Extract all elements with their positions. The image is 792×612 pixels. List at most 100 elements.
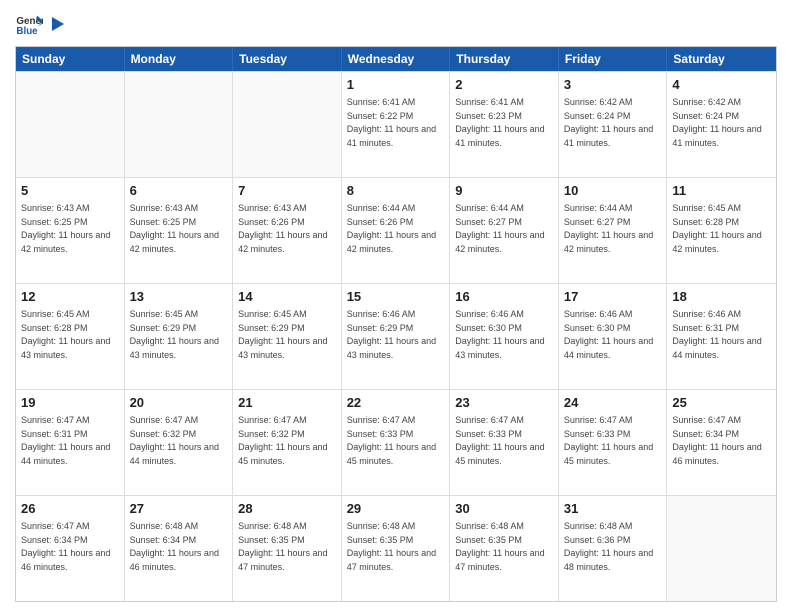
day-cell-14: 14 Sunrise: 6:45 AM Sunset: 6:29 PM Dayli…	[233, 284, 342, 389]
day-number: 9	[455, 182, 553, 200]
calendar-week-4: 19 Sunrise: 6:47 AM Sunset: 6:31 PM Dayli…	[16, 389, 776, 495]
day-cell-8: 8 Sunrise: 6:44 AM Sunset: 6:26 PM Daylig…	[342, 178, 451, 283]
day-info: Sunrise: 6:42 AM Sunset: 6:24 PM Dayligh…	[564, 96, 662, 150]
day-cell-15: 15Sunrise: 6:46 AM Sunset: 6:29 PM Dayli…	[342, 284, 451, 389]
day-info: Sunrise: 6:44 AM Sunset: 6:26 PM Dayligh…	[347, 202, 445, 256]
day-cell-19: 19 Sunrise: 6:47 AM Sunset: 6:31 PM Dayli…	[16, 390, 125, 495]
day-header-saturday: Saturday	[667, 47, 776, 71]
empty-cell	[667, 496, 776, 601]
day-number: 16	[455, 288, 553, 306]
day-number: 25	[672, 394, 771, 412]
header: General Blue	[15, 10, 777, 38]
day-cell-7: 7 Sunrise: 6:43 AM Sunset: 6:26 PM Daylig…	[233, 178, 342, 283]
day-cell-22: 22 Sunrise: 6:47 AM Sunset: 6:33 PM Dayli…	[342, 390, 451, 495]
day-info: Sunrise: 6:48 AM Sunset: 6:35 PM Dayligh…	[347, 520, 445, 574]
day-info: Sunrise: 6:47 AM Sunset: 6:32 PM Dayligh…	[238, 414, 336, 468]
day-header-monday: Monday	[125, 47, 234, 71]
day-info: Sunrise: 6:45 AM Sunset: 6:29 PM Dayligh…	[130, 308, 228, 362]
day-info: Sunrise: 6:48 AM Sunset: 6:34 PM Dayligh…	[130, 520, 228, 574]
day-number: 11	[672, 182, 771, 200]
day-header-tuesday: Tuesday	[233, 47, 342, 71]
day-number: 21	[238, 394, 336, 412]
calendar-week-5: 26Sunrise: 6:47 AM Sunset: 6:34 PM Dayli…	[16, 495, 776, 601]
day-number: 28	[238, 500, 336, 518]
day-cell-29: 29 Sunrise: 6:48 AM Sunset: 6:35 PM Dayli…	[342, 496, 451, 601]
empty-cell	[233, 72, 342, 177]
day-header-thursday: Thursday	[450, 47, 559, 71]
day-cell-23: 23 Sunrise: 6:47 AM Sunset: 6:33 PM Dayli…	[450, 390, 559, 495]
day-info: Sunrise: 6:43 AM Sunset: 6:26 PM Dayligh…	[238, 202, 336, 256]
logo-wordmark	[47, 15, 67, 33]
page: General Blue SundayMonda	[0, 0, 792, 612]
day-number: 2	[455, 76, 553, 94]
day-info: Sunrise: 6:44 AM Sunset: 6:27 PM Dayligh…	[455, 202, 553, 256]
day-header-sunday: Sunday	[16, 47, 125, 71]
day-info: Sunrise: 6:45 AM Sunset: 6:29 PM Dayligh…	[238, 308, 336, 362]
day-cell-24: 24 Sunrise: 6:47 AM Sunset: 6:33 PM Dayli…	[559, 390, 668, 495]
day-info: Sunrise: 6:44 AM Sunset: 6:27 PM Dayligh…	[564, 202, 662, 256]
day-cell-9: 9 Sunrise: 6:44 AM Sunset: 6:27 PM Daylig…	[450, 178, 559, 283]
day-number: 1	[347, 76, 445, 94]
day-info: Sunrise: 6:48 AM Sunset: 6:35 PM Dayligh…	[455, 520, 553, 574]
day-number: 26	[21, 500, 119, 518]
day-number: 7	[238, 182, 336, 200]
logo-triangle	[48, 15, 66, 33]
day-cell-13: 13 Sunrise: 6:45 AM Sunset: 6:29 PM Dayli…	[125, 284, 234, 389]
day-info: Sunrise: 6:46 AM Sunset: 6:31 PM Dayligh…	[672, 308, 771, 362]
day-cell-1: 1 Sunrise: 6:41 AM Sunset: 6:22 PM Daylig…	[342, 72, 451, 177]
day-number: 4	[672, 76, 771, 94]
day-cell-3: 3Sunrise: 6:42 AM Sunset: 6:24 PM Daylig…	[559, 72, 668, 177]
empty-cell	[125, 72, 234, 177]
day-info: Sunrise: 6:41 AM Sunset: 6:22 PM Dayligh…	[347, 96, 445, 150]
calendar-week-3: 12 Sunrise: 6:45 AM Sunset: 6:28 PM Dayli…	[16, 283, 776, 389]
day-info: Sunrise: 6:46 AM Sunset: 6:30 PM Dayligh…	[564, 308, 662, 362]
calendar-header-row: SundayMondayTuesdayWednesdayThursdayFrid…	[16, 47, 776, 71]
calendar-week-2: 5 Sunrise: 6:43 AM Sunset: 6:25 PM Daylig…	[16, 177, 776, 283]
day-number: 10	[564, 182, 662, 200]
day-number: 24	[564, 394, 662, 412]
day-number: 19	[21, 394, 119, 412]
day-info: Sunrise: 6:42 AM Sunset: 6:24 PM Dayligh…	[672, 96, 771, 150]
day-number: 14	[238, 288, 336, 306]
day-info: Sunrise: 6:47 AM Sunset: 6:33 PM Dayligh…	[455, 414, 553, 468]
day-number: 6	[130, 182, 228, 200]
day-cell-30: 30 Sunrise: 6:48 AM Sunset: 6:35 PM Dayli…	[450, 496, 559, 601]
day-info: Sunrise: 6:41 AM Sunset: 6:23 PM Dayligh…	[455, 96, 553, 150]
day-cell-11: 11Sunrise: 6:45 AM Sunset: 6:28 PM Dayli…	[667, 178, 776, 283]
day-number: 22	[347, 394, 445, 412]
day-number: 29	[347, 500, 445, 518]
day-info: Sunrise: 6:45 AM Sunset: 6:28 PM Dayligh…	[21, 308, 119, 362]
day-info: Sunrise: 6:47 AM Sunset: 6:33 PM Dayligh…	[564, 414, 662, 468]
day-number: 18	[672, 288, 771, 306]
day-cell-27: 27 Sunrise: 6:48 AM Sunset: 6:34 PM Dayli…	[125, 496, 234, 601]
day-cell-21: 21 Sunrise: 6:47 AM Sunset: 6:32 PM Dayli…	[233, 390, 342, 495]
day-info: Sunrise: 6:47 AM Sunset: 6:31 PM Dayligh…	[21, 414, 119, 468]
day-cell-4: 4 Sunrise: 6:42 AM Sunset: 6:24 PM Daylig…	[667, 72, 776, 177]
day-number: 12	[21, 288, 119, 306]
day-cell-18: 18 Sunrise: 6:46 AM Sunset: 6:31 PM Dayli…	[667, 284, 776, 389]
day-cell-17: 17 Sunrise: 6:46 AM Sunset: 6:30 PM Dayli…	[559, 284, 668, 389]
day-header-friday: Friday	[559, 47, 668, 71]
day-number: 8	[347, 182, 445, 200]
day-header-wednesday: Wednesday	[342, 47, 451, 71]
day-number: 13	[130, 288, 228, 306]
day-number: 5	[21, 182, 119, 200]
day-info: Sunrise: 6:47 AM Sunset: 6:32 PM Dayligh…	[130, 414, 228, 468]
calendar-body: 1 Sunrise: 6:41 AM Sunset: 6:22 PM Daylig…	[16, 71, 776, 601]
calendar-week-1: 1 Sunrise: 6:41 AM Sunset: 6:22 PM Daylig…	[16, 71, 776, 177]
day-cell-26: 26Sunrise: 6:47 AM Sunset: 6:34 PM Dayli…	[16, 496, 125, 601]
day-number: 17	[564, 288, 662, 306]
logo-icon: General Blue	[15, 10, 43, 38]
day-info: Sunrise: 6:46 AM Sunset: 6:29 PM Dayligh…	[347, 308, 445, 362]
day-info: Sunrise: 6:43 AM Sunset: 6:25 PM Dayligh…	[21, 202, 119, 256]
empty-cell	[16, 72, 125, 177]
day-info: Sunrise: 6:43 AM Sunset: 6:25 PM Dayligh…	[130, 202, 228, 256]
day-cell-20: 20Sunrise: 6:47 AM Sunset: 6:32 PM Dayli…	[125, 390, 234, 495]
logo: General Blue	[15, 10, 67, 38]
day-number: 30	[455, 500, 553, 518]
day-info: Sunrise: 6:47 AM Sunset: 6:33 PM Dayligh…	[347, 414, 445, 468]
day-number: 27	[130, 500, 228, 518]
day-cell-31: 31Sunrise: 6:48 AM Sunset: 6:36 PM Dayli…	[559, 496, 668, 601]
calendar: SundayMondayTuesdayWednesdayThursdayFrid…	[15, 46, 777, 602]
day-number: 23	[455, 394, 553, 412]
